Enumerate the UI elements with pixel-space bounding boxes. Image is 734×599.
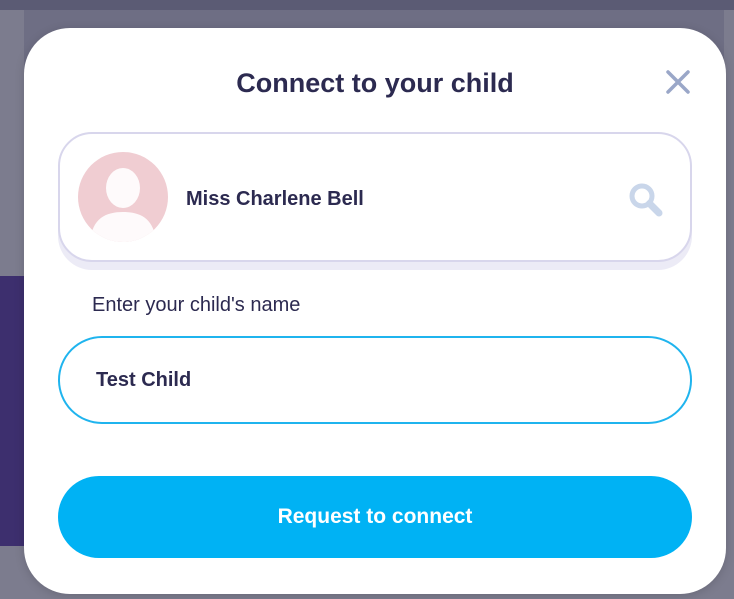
close-icon [666,70,690,94]
close-button[interactable] [660,64,696,100]
child-name-label: Enter your child's name [92,294,301,316]
search-icon [629,183,663,217]
teacher-name: Miss Charlene Bell [186,188,364,210]
avatar [78,152,168,242]
request-to-connect-button[interactable]: Request to connect [58,476,692,558]
background-top-bar [0,0,734,10]
person-silhouette-icon [90,168,156,242]
background-left-panel [0,276,24,546]
search-button[interactable] [628,182,664,218]
selected-teacher-card[interactable]: Miss Charlene Bell [58,132,692,262]
child-name-input[interactable] [58,336,692,424]
connect-child-dialog: Connect to your child Miss Charlene Bell… [24,28,726,594]
background-left-edge [0,10,24,276]
dialog-title: Connect to your child [236,68,514,98]
